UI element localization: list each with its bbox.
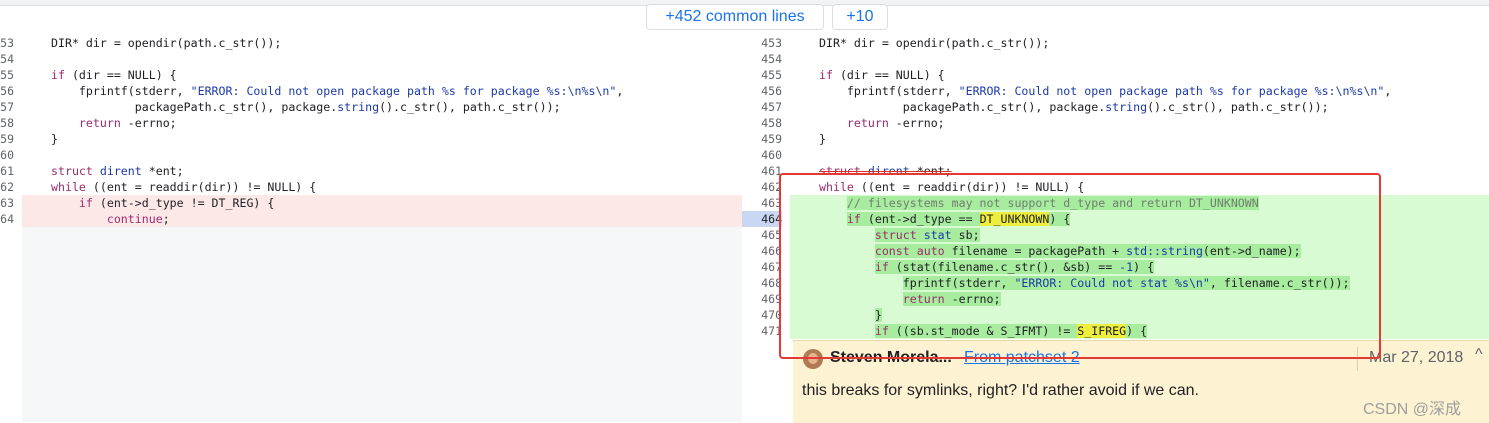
patchset-link[interactable]: From patchset 2 xyxy=(964,349,1080,367)
line-number[interactable]: 460 xyxy=(742,147,782,163)
added-line: 463 // filesystems may not support d_typ… xyxy=(742,195,1489,211)
line-number[interactable]: 463 xyxy=(742,195,782,211)
line-number[interactable]: 56 xyxy=(0,83,14,99)
line-number[interactable]: 60 xyxy=(0,147,14,163)
deleted-line: 64 continue; xyxy=(0,211,742,227)
line-number[interactable]: 459 xyxy=(742,131,782,147)
code-line: 59 } xyxy=(0,131,58,147)
code-line: 461 struct dirent *ent; xyxy=(742,163,1489,179)
code-line: 62 while ((ent = readdir(dir)) != NULL) … xyxy=(0,179,317,195)
line-number[interactable]: 466 xyxy=(742,243,782,259)
line-number[interactable]: 61 xyxy=(0,163,14,179)
deleted-line: 63 if (ent->d_type != DT_REG) { xyxy=(0,195,742,211)
line-number[interactable]: 468 xyxy=(742,275,782,291)
divider xyxy=(1357,347,1358,371)
code-line: 459 } xyxy=(742,131,1489,147)
chevron-up-icon[interactable]: ^ xyxy=(1475,346,1483,364)
line-number[interactable]: 58 xyxy=(0,115,14,131)
line-number[interactable]: 461 xyxy=(742,163,782,179)
code-line: 55 if (dir == NULL) { xyxy=(0,67,177,83)
code-line: 58 return -errno; xyxy=(0,115,177,131)
line-number[interactable]: 453 xyxy=(742,35,782,51)
left-diff-pane: 53 DIR* dir = opendir(path.c_str()); 54 … xyxy=(0,35,742,422)
line-number[interactable]: 455 xyxy=(742,67,782,83)
line-number[interactable]: 64 xyxy=(0,211,14,227)
comment-author: Steven Morela... xyxy=(830,349,952,366)
added-line-selected: 464 if (ent->d_type == DT_UNKNOWN) { xyxy=(742,211,1489,227)
code-line: 60 xyxy=(0,147,742,163)
line-number[interactable]: 457 xyxy=(742,99,782,115)
line-number[interactable]: 456 xyxy=(742,83,782,99)
code-line: 57 packagePath.c_str(), package.string()… xyxy=(0,99,561,115)
empty-area xyxy=(22,226,742,422)
code-line: 453 DIR* dir = opendir(path.c_str()); xyxy=(742,35,1489,51)
line-number[interactable]: 63 xyxy=(0,195,14,211)
code-line: 460 xyxy=(742,147,1489,163)
line-number[interactable]: 471 xyxy=(742,323,782,339)
code-line: 53 DIR* dir = opendir(path.c_str()); xyxy=(0,35,282,51)
line-number[interactable]: 59 xyxy=(0,131,14,147)
common-lines-expander[interactable]: +452 common lines xyxy=(646,4,824,30)
line-number[interactable]: 465 xyxy=(742,227,782,243)
code-line: 462 while ((ent = readdir(dir)) != NULL)… xyxy=(742,179,1489,195)
line-number[interactable]: 53 xyxy=(0,35,14,51)
line-number[interactable]: 470 xyxy=(742,307,782,323)
code-line: 458 return -errno; xyxy=(742,115,1489,131)
added-line: 465 struct stat sb; xyxy=(742,227,1489,243)
line-number[interactable]: 57 xyxy=(0,99,14,115)
line-number[interactable]: 55 xyxy=(0,67,14,83)
comment-text: this breaks for symlinks, right? I'd rat… xyxy=(802,382,1199,399)
code-line: 454 xyxy=(742,51,1489,67)
line-number[interactable]: 467 xyxy=(742,259,782,275)
code-line: 56 fprintf(stderr, "ERROR: Could not ope… xyxy=(0,83,624,99)
line-number[interactable]: 464 xyxy=(742,211,782,227)
added-line: 468 fprintf(stderr, "ERROR: Could not st… xyxy=(742,275,1489,291)
added-line: 469 return -errno; xyxy=(742,291,1489,307)
avatar xyxy=(803,349,823,369)
line-number[interactable]: 458 xyxy=(742,115,782,131)
more-lines-expander[interactable]: +10 xyxy=(832,4,888,30)
added-line: 471 if ((sb.st_mode & S_IFMT) != S_IFREG… xyxy=(742,323,1489,339)
line-number[interactable]: 62 xyxy=(0,179,14,195)
code-line: 455 if (dir == NULL) { xyxy=(742,67,1489,83)
line-number[interactable]: 469 xyxy=(742,291,782,307)
watermark: CSDN @深成 xyxy=(1363,401,1462,418)
added-line: 470 } xyxy=(742,307,1489,323)
code-line: 61 struct dirent *ent; xyxy=(0,163,184,179)
line-number[interactable]: 454 xyxy=(742,51,782,67)
code-line: 457 packagePath.c_str(), package.string(… xyxy=(742,99,1489,115)
added-line: 467 if (stat(filename.c_str(), &sb) == -… xyxy=(742,259,1489,275)
added-line: 466 const auto filename = packagePath + … xyxy=(742,243,1489,259)
line-number[interactable]: 54 xyxy=(0,51,14,67)
comment-date: Mar 27, 2018 xyxy=(1369,349,1464,366)
code-line: 54 xyxy=(0,51,742,67)
line-number[interactable]: 462 xyxy=(742,179,782,195)
code-line: 456 fprintf(stderr, "ERROR: Could not op… xyxy=(742,83,1489,99)
